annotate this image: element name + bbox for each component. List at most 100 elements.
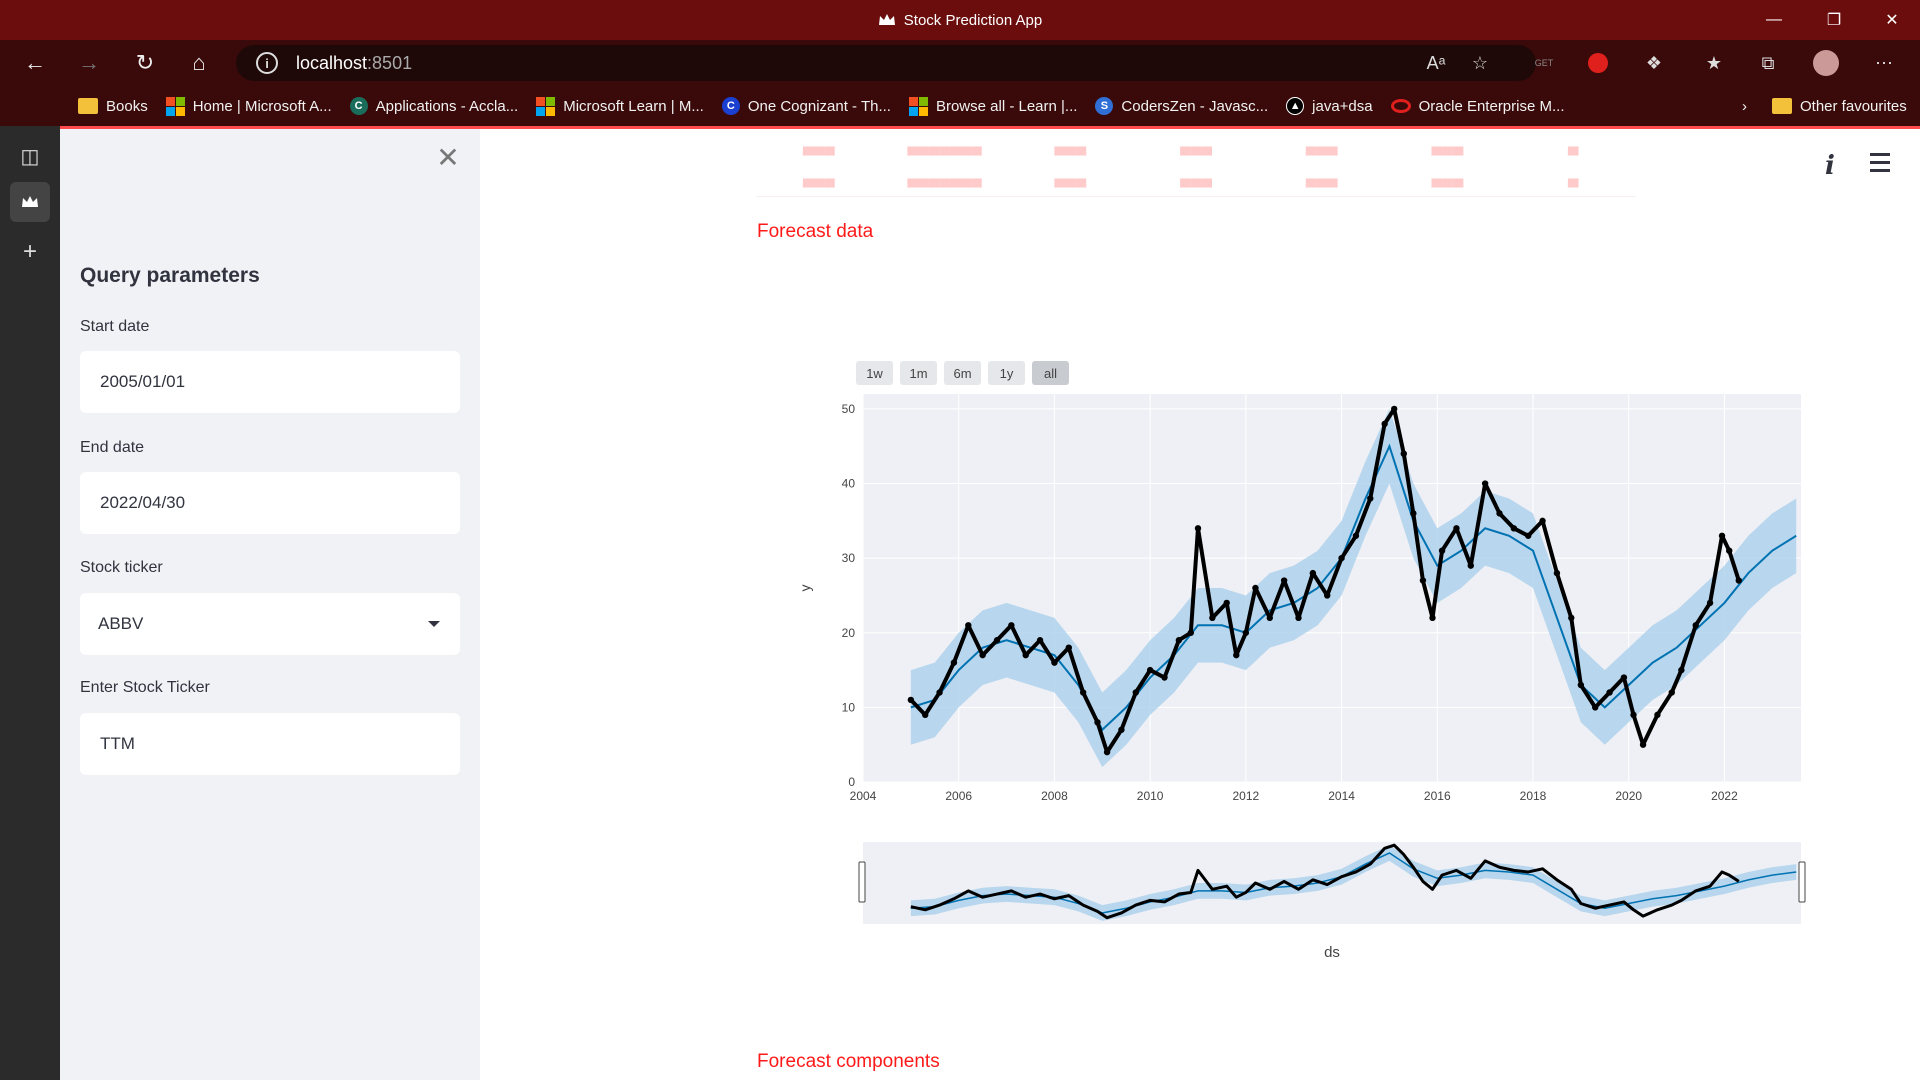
- favorite-label: Browse all - Learn |...: [935, 97, 1078, 115]
- range-1m-button[interactable]: 1m: [900, 361, 937, 385]
- y-tick-label: 20: [842, 626, 856, 640]
- end-date-input[interactable]: 2022/04/30: [80, 472, 460, 534]
- observed-point: [1496, 510, 1503, 517]
- observed-point: [907, 696, 915, 704]
- observed-point: [1223, 599, 1230, 607]
- observed-point: [1367, 495, 1374, 502]
- range-1w-button[interactable]: 1w: [856, 361, 893, 385]
- folder-icon: [1772, 98, 1792, 114]
- favorite-coderszen[interactable]: S CodersZen - Javasc...: [1095, 97, 1268, 115]
- enter-ticker-input[interactable]: TTM: [80, 713, 460, 775]
- tab-actions-icon[interactable]: ◫: [10, 136, 50, 176]
- y-axis-label: y: [797, 585, 813, 592]
- microsoft-icon: [165, 96, 185, 116]
- favorite-label: Oracle Enterprise M...: [1418, 97, 1565, 115]
- observed-point: [1008, 622, 1015, 629]
- window-title-text: Stock Prediction App: [903, 11, 1043, 29]
- add-favorite-icon[interactable]: ☆: [1466, 49, 1494, 77]
- favorite-home-microsoft[interactable]: Home | Microsoft A...: [165, 96, 332, 116]
- observed-point: [1419, 577, 1427, 584]
- observed-point: [979, 651, 986, 659]
- observed-point: [1429, 614, 1436, 622]
- favorite-java-dsa[interactable]: ▲ java+dsa: [1286, 97, 1373, 115]
- refresh-button[interactable]: ↻: [122, 40, 168, 86]
- observed-point: [1706, 599, 1714, 607]
- more-options-icon[interactable]: ⋯: [1870, 49, 1898, 77]
- favorites-bar: Books Home | Microsoft A... C Application…: [0, 86, 1920, 126]
- observed-point: [950, 659, 958, 666]
- observed-point: [1065, 644, 1072, 651]
- tab-streamlit[interactable]: [10, 182, 50, 222]
- range-1y-button[interactable]: 1y: [988, 361, 1025, 385]
- chevron-down-icon: [428, 621, 440, 627]
- start-date-input[interactable]: 2005/01/01: [80, 351, 460, 413]
- minimize-button[interactable]: —: [1746, 0, 1802, 40]
- oracle-icon: [1390, 99, 1411, 113]
- window-title: Stock Prediction App: [0, 0, 1920, 40]
- adblock-icon[interactable]: [1584, 49, 1612, 77]
- forward-button[interactable]: →: [66, 40, 112, 86]
- observed-point: [965, 622, 972, 629]
- profile-avatar[interactable]: [1812, 49, 1840, 77]
- enter-ticker-label: Enter Stock Ticker: [80, 679, 210, 696]
- observed-point: [1630, 711, 1637, 719]
- stock-ticker-select[interactable]: ABBV: [80, 593, 460, 655]
- observed-point: [1510, 525, 1518, 532]
- favorite-label: Home | Microsoft A...: [192, 97, 332, 115]
- extensions-icon[interactable]: ❖: [1640, 49, 1668, 77]
- extension-crx-icon[interactable]: GET: [1530, 49, 1558, 77]
- x-tick-label: 2010: [1137, 789, 1164, 803]
- range-6m-button[interactable]: 6m: [944, 361, 981, 385]
- collections-icon[interactable]: ⧉: [1754, 49, 1782, 77]
- observed-point: [1400, 450, 1407, 457]
- observed-point: [1295, 614, 1302, 622]
- observed-point: [1079, 689, 1087, 696]
- observed-point: [1381, 420, 1388, 428]
- favorite-other[interactable]: Other favourites: [1772, 98, 1907, 115]
- acclaim-icon: C: [349, 97, 368, 115]
- observed-point: [993, 637, 1001, 644]
- rangeslider-right-handle[interactable]: [1798, 861, 1806, 903]
- x-tick-label: 2014: [1328, 789, 1355, 803]
- rangeslider-left-handle[interactable]: [858, 861, 866, 903]
- sidebar-heading: Query parameters: [80, 264, 260, 287]
- observed-point: [1735, 577, 1742, 584]
- favorite-one-cognizant[interactable]: C One Cognizant - Th...: [721, 97, 891, 115]
- y-tick-label: 40: [842, 477, 856, 491]
- site-info-icon[interactable]: i: [256, 52, 278, 74]
- favorite-books[interactable]: Books: [78, 98, 148, 115]
- end-date-value: 2022/04/30: [100, 493, 186, 512]
- range-selector: 1w 1m 6m 1y all: [856, 361, 1069, 385]
- favorite-applications[interactable]: C Applications - Accla...: [349, 97, 518, 115]
- favorites-overflow-chevron[interactable]: ›: [1742, 98, 1747, 115]
- restore-button[interactable]: ❐: [1806, 0, 1862, 40]
- observed-point: [1132, 689, 1139, 696]
- cognizant-icon: C: [721, 97, 740, 115]
- new-tab-icon[interactable]: +: [10, 232, 50, 272]
- stock-ticker-label: Stock ticker: [80, 559, 163, 576]
- home-button[interactable]: ⌂: [176, 40, 222, 86]
- observed-point: [1577, 681, 1585, 689]
- close-sidebar-icon[interactable]: ✕: [436, 142, 460, 173]
- favorites-icon[interactable]: ★: [1700, 49, 1728, 77]
- enter-ticker-value: TTM: [100, 734, 135, 753]
- read-aloud-icon[interactable]: Aᵃ: [1422, 49, 1450, 77]
- range-all-button[interactable]: all: [1032, 361, 1069, 385]
- favorite-oracle[interactable]: Oracle Enterprise M...: [1390, 97, 1565, 115]
- observed-point: [1209, 614, 1216, 622]
- observed-point: [1410, 510, 1417, 517]
- favorite-microsoft-learn[interactable]: Microsoft Learn | M...: [536, 96, 704, 116]
- favorite-label: CodersZen - Javasc...: [1121, 97, 1269, 115]
- back-button[interactable]: ←: [12, 40, 58, 86]
- triangle-icon: ▲: [1286, 97, 1305, 115]
- observed-point: [1438, 547, 1446, 554]
- x-tick-label: 2016: [1424, 789, 1451, 803]
- observed-point: [1525, 532, 1532, 539]
- favorite-browse-all[interactable]: Browse all - Learn |...: [908, 96, 1078, 116]
- observed-point: [1118, 726, 1125, 733]
- observed-point: [1481, 480, 1489, 487]
- address-bar[interactable]: i localhost:8501: [236, 45, 1536, 81]
- observed-point: [1103, 748, 1111, 756]
- close-window-button[interactable]: ✕: [1864, 0, 1920, 40]
- y-tick-label: 0: [848, 775, 855, 789]
